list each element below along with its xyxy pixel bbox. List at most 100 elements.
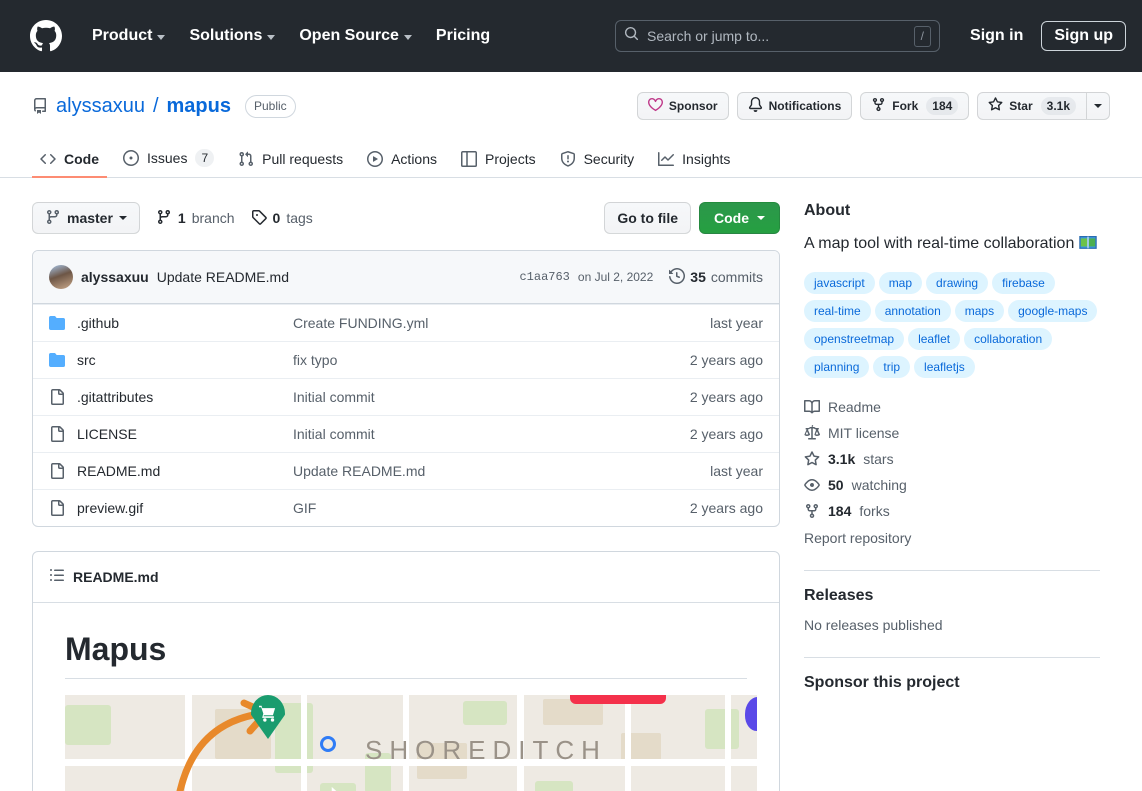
topic-tag[interactable]: leafletjs: [914, 356, 975, 378]
license-link[interactable]: MIT license: [804, 420, 1100, 446]
fork-icon: [804, 503, 820, 519]
star-dropdown-button[interactable]: [1086, 92, 1110, 120]
notifications-button[interactable]: Notifications: [736, 92, 853, 120]
tab-projects[interactable]: Projects: [453, 143, 544, 178]
file-name[interactable]: .gitattributes: [77, 389, 293, 405]
topic-tag[interactable]: trip: [873, 356, 911, 378]
table-row[interactable]: .github Create FUNDING.yml last year: [33, 304, 779, 341]
commit-author[interactable]: alyssaxuu: [81, 269, 149, 285]
stars-link[interactable]: 3.1k stars: [804, 446, 1100, 472]
play-icon: [367, 151, 384, 167]
file-name[interactable]: .github: [77, 315, 293, 331]
repo-title-row: alyssaxuu / mapus Public Sponsor Notific…: [32, 88, 1110, 124]
table-row[interactable]: src fix typo 2 years ago: [33, 341, 779, 378]
chevron-down-icon: [118, 216, 127, 220]
topic-tag[interactable]: collaboration: [964, 328, 1053, 350]
code-download-button[interactable]: Code: [699, 202, 780, 234]
table-row[interactable]: README.md Update README.md last year: [33, 452, 779, 489]
nav-item-pricing[interactable]: Pricing: [424, 19, 502, 53]
tag-icon: [251, 209, 267, 228]
commits-number: 35: [690, 269, 706, 285]
topic-tag[interactable]: real-time: [804, 300, 871, 322]
tab-actions[interactable]: Actions: [359, 143, 445, 178]
search-icon: [624, 26, 639, 46]
list-unordered-icon[interactable]: [49, 567, 65, 588]
law-icon: [804, 425, 820, 441]
readme-link[interactable]: Readme: [804, 394, 1100, 420]
sign-up-button[interactable]: Sign up: [1041, 21, 1126, 51]
sign-in-link[interactable]: Sign in: [958, 21, 1035, 51]
global-header: Product Solutions Open Source Pricing Se…: [0, 0, 1142, 72]
table-row[interactable]: preview.gif GIF 2 years ago: [33, 489, 779, 526]
tab-issues[interactable]: Issues 7: [115, 141, 222, 178]
commits-count-link[interactable]: 35 commits: [669, 267, 763, 287]
repo-owner-link[interactable]: alyssaxuu: [56, 95, 145, 118]
star-button[interactable]: Star 3.1k: [977, 92, 1086, 120]
file-name[interactable]: preview.gif: [77, 500, 293, 516]
readme-header: README.md: [33, 552, 779, 602]
collaborator-cursor-ring: [320, 736, 336, 752]
eye-icon: [804, 477, 820, 493]
tags-label: tags: [286, 210, 313, 226]
file-commit-message[interactable]: Initial commit: [293, 389, 674, 405]
tab-security[interactable]: Security: [552, 143, 643, 178]
fork-button[interactable]: Fork 184: [860, 92, 970, 120]
nav-item-open-source[interactable]: Open Source: [287, 19, 424, 53]
table-row[interactable]: .gitattributes Initial commit 2 years ag…: [33, 378, 779, 415]
commit-sha[interactable]: c1aa763: [519, 270, 569, 284]
tab-pull-requests[interactable]: Pull requests: [230, 143, 351, 178]
nav-item-solutions[interactable]: Solutions: [177, 19, 287, 53]
topic-tag[interactable]: planning: [804, 356, 870, 378]
forks-link[interactable]: 184 forks: [804, 498, 1100, 524]
report-repository-link[interactable]: Report repository: [804, 524, 1100, 546]
nav-item-product[interactable]: Product: [80, 19, 177, 53]
releases-empty-text: No releases published: [804, 617, 943, 633]
search-input[interactable]: Search or jump to... /: [615, 20, 941, 52]
star-label: Star: [1009, 99, 1033, 113]
topic-tag[interactable]: annotation: [874, 300, 951, 322]
repo-name-link[interactable]: mapus: [167, 95, 231, 118]
file-name[interactable]: README.md: [77, 463, 293, 479]
sidebar-divider: [804, 657, 1100, 658]
tab-code[interactable]: Code: [32, 143, 107, 178]
topic-tag[interactable]: map: [878, 272, 923, 294]
search-placeholder: Search or jump to...: [647, 28, 770, 44]
topic-tag[interactable]: leaflet: [908, 328, 961, 350]
file-icon: [49, 426, 65, 442]
branch-toolbar: master 1 branch 0 tags Go to file Code: [32, 202, 780, 234]
tags-count: 0: [272, 210, 281, 226]
topic-tag[interactable]: firebase: [992, 272, 1055, 294]
chevron-down-icon: [757, 216, 765, 220]
tags-count-link[interactable]: 0 tags: [251, 209, 313, 228]
branch-selector[interactable]: master: [32, 202, 140, 234]
file-commit-message[interactable]: Update README.md: [293, 463, 694, 479]
topic-tag[interactable]: google-maps: [1008, 300, 1098, 322]
nav-label: Product: [92, 27, 153, 44]
file-commit-message[interactable]: fix typo: [293, 352, 674, 368]
file-age: 2 years ago: [689, 352, 763, 368]
file-commit-message[interactable]: Create FUNDING.yml: [293, 315, 694, 331]
topic-tag[interactable]: maps: [954, 300, 1005, 322]
file-name[interactable]: src: [77, 352, 293, 368]
topic-tag[interactable]: openstreetmap: [804, 328, 905, 350]
main-column: master 1 branch 0 tags Go to file Code a…: [32, 178, 780, 791]
tab-insights[interactable]: Insights: [650, 143, 738, 178]
topic-tag[interactable]: javascript: [804, 272, 875, 294]
map-neighborhood-label: SHOREDITCH: [365, 735, 607, 765]
github-mark-icon[interactable]: [30, 20, 62, 52]
watchers-link[interactable]: 50 watching: [804, 472, 1100, 498]
stars-label: stars: [863, 451, 894, 467]
repo-description: A map tool with real-time collaboration: [804, 232, 1100, 256]
branches-count-link[interactable]: 1 branch: [156, 209, 235, 228]
file-name[interactable]: LICENSE: [77, 426, 293, 442]
file-commit-message[interactable]: Initial commit: [293, 426, 674, 442]
avatar[interactable]: [49, 265, 73, 289]
git-branch-icon: [156, 209, 172, 228]
file-commit-message[interactable]: GIF: [293, 500, 674, 516]
commit-message[interactable]: Update README.md: [157, 269, 289, 285]
sponsor-button[interactable]: Sponsor: [636, 92, 729, 120]
go-to-file-button[interactable]: Go to file: [604, 202, 691, 234]
topic-tag[interactable]: drawing: [926, 272, 989, 294]
table-row[interactable]: LICENSE Initial commit 2 years ago: [33, 415, 779, 452]
topic-list: javascript map drawing firebase real-tim…: [804, 272, 1100, 378]
